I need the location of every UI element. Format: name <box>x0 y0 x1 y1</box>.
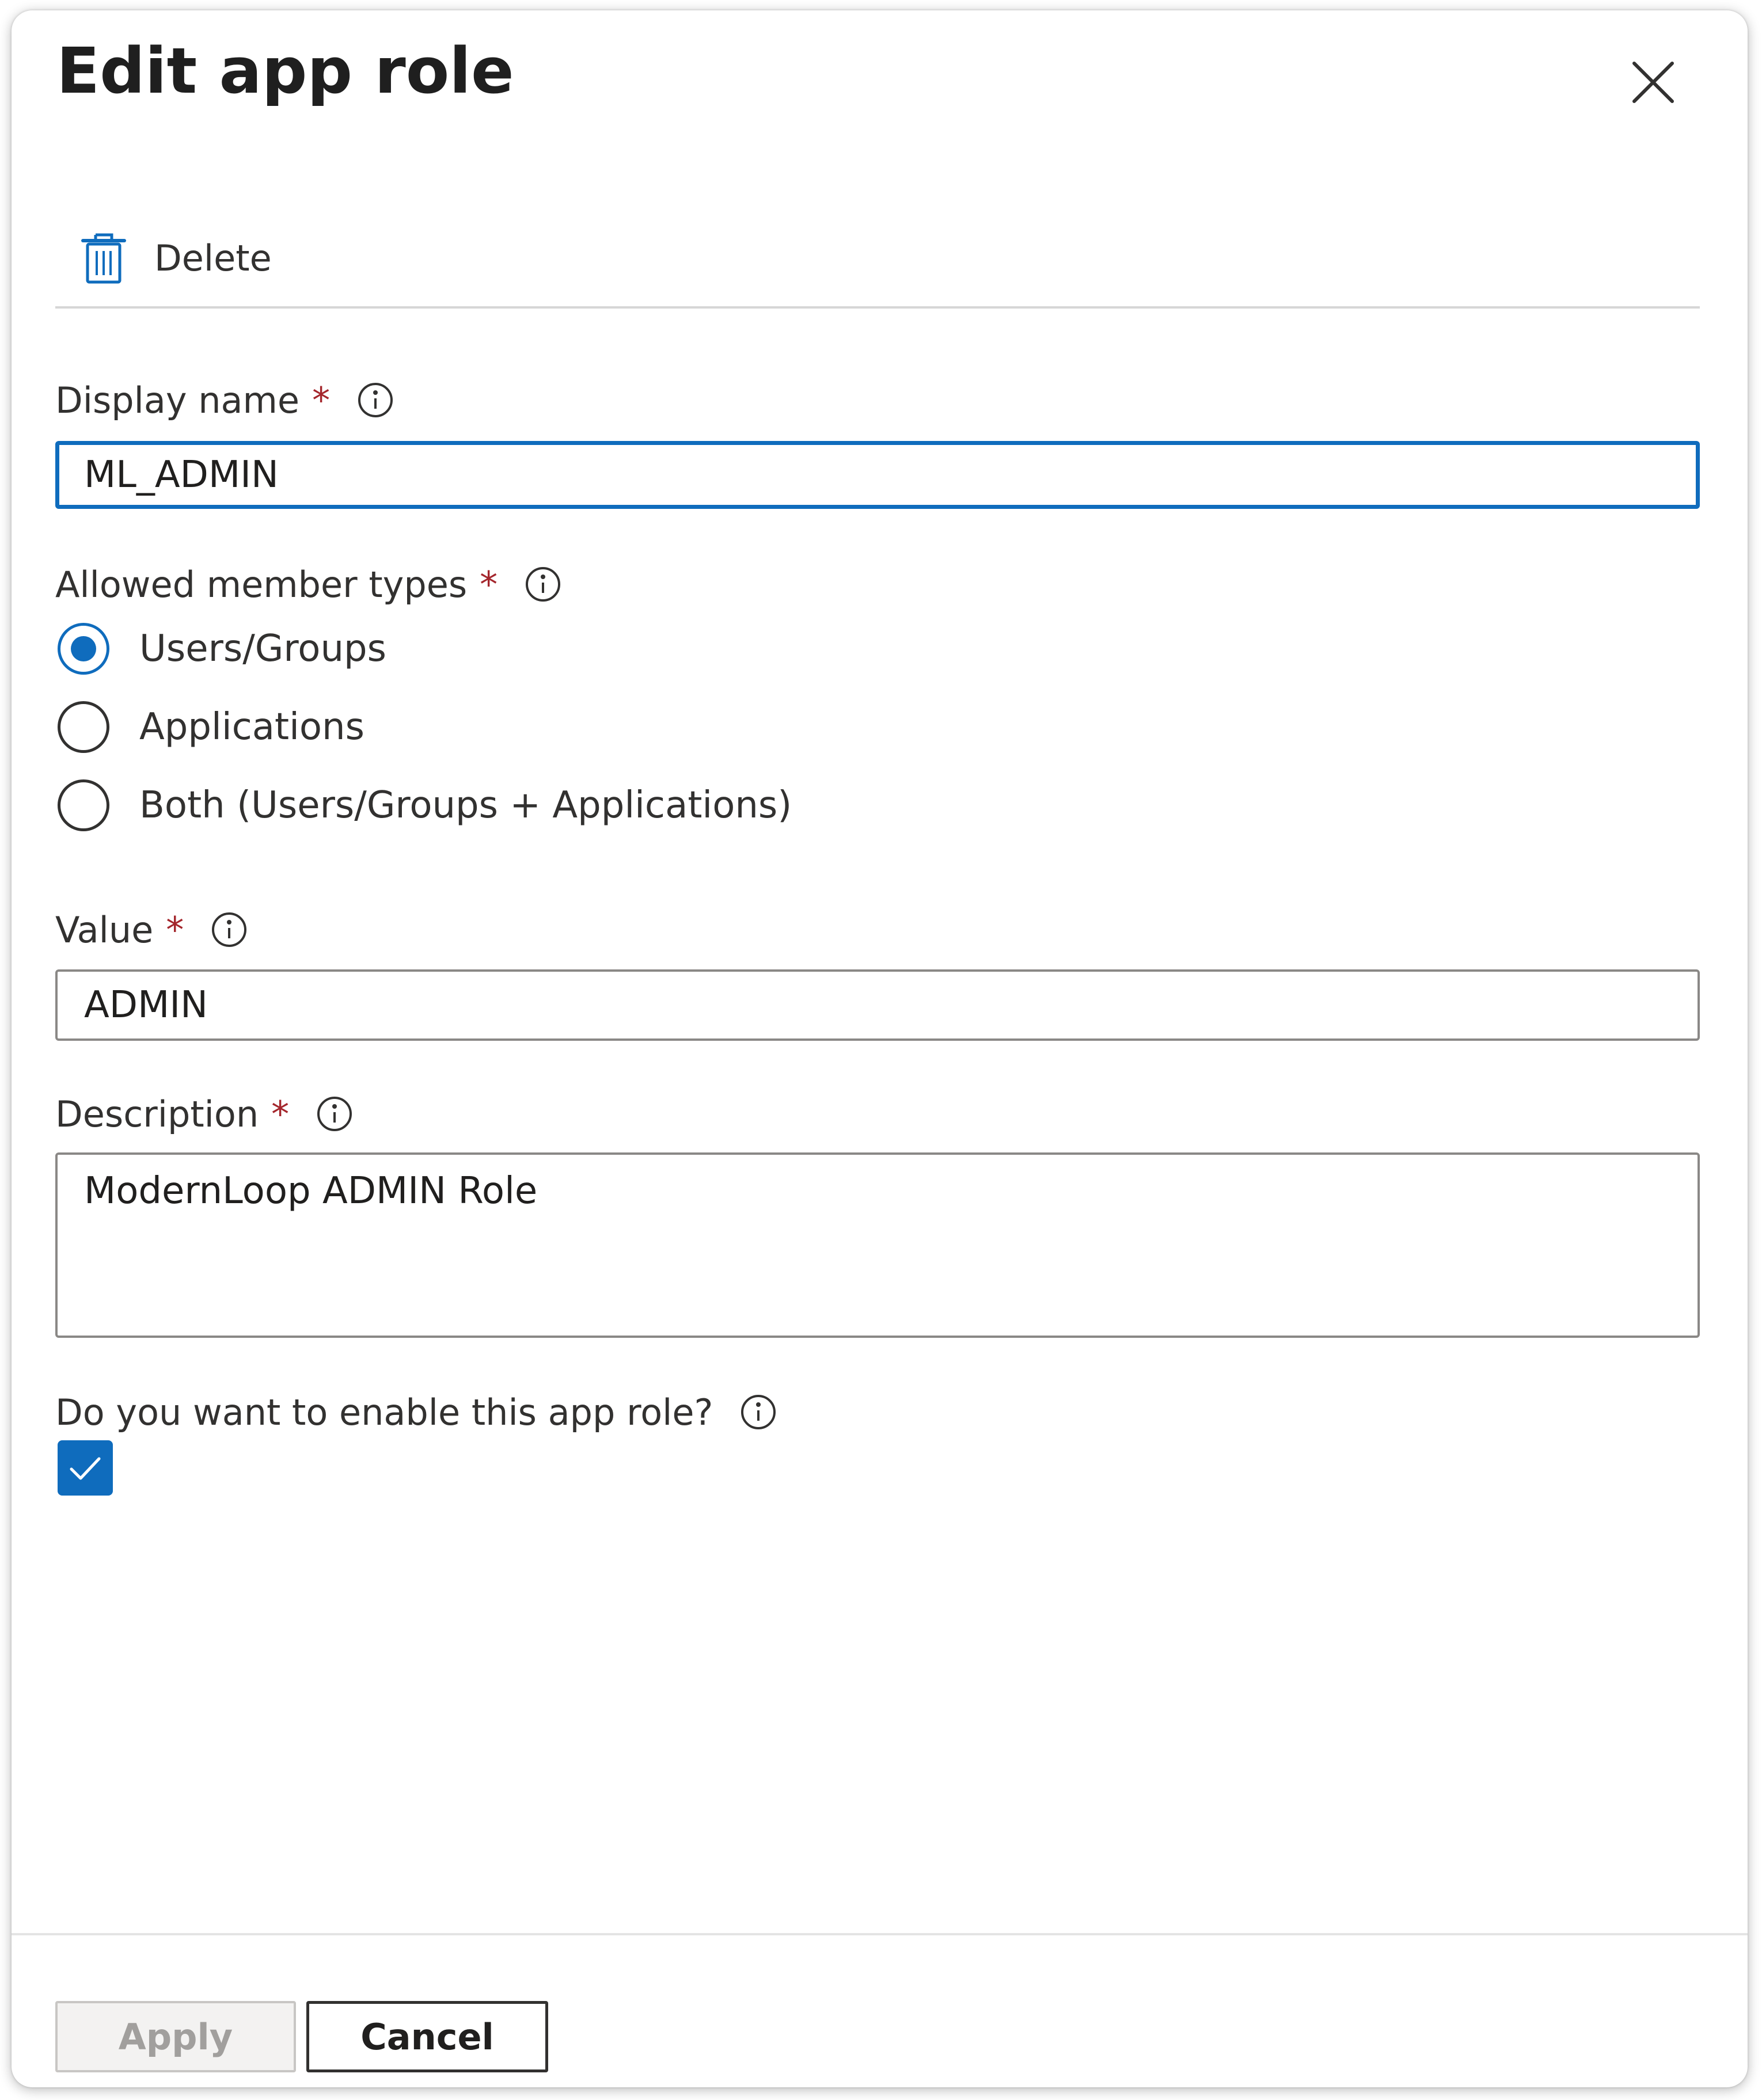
value-label: Value * <box>55 904 248 956</box>
panel-title: Edit app role <box>56 34 514 108</box>
member-types-label: Allowed member types * <box>55 558 562 610</box>
radio-button-selected[interactable] <box>58 623 109 675</box>
toolbar-divider <box>55 306 1700 309</box>
required-mark: * <box>480 563 498 606</box>
radio-both[interactable]: Both (Users/Groups + Applications) <box>58 774 792 837</box>
close-icon <box>1632 62 1674 103</box>
required-mark: * <box>166 908 184 951</box>
info-icon[interactable] <box>524 565 562 603</box>
value-input[interactable] <box>55 969 1700 1041</box>
description-textarea[interactable]: ModernLoop ADMIN Role <box>55 1152 1700 1338</box>
radio-label: Applications <box>139 706 364 748</box>
required-mark: * <box>312 379 331 421</box>
radio-label: Both (Users/Groups + Applications) <box>139 784 792 827</box>
info-icon[interactable] <box>739 1393 777 1431</box>
delete-button[interactable]: Delete <box>81 218 272 298</box>
enable-checkbox[interactable] <box>58 1440 113 1496</box>
enable-label: Do you want to enable this app role? <box>55 1386 777 1438</box>
radio-applications[interactable]: Applications <box>58 695 364 759</box>
member-types-label-text: Allowed member types <box>55 563 468 606</box>
display-name-label: Display name * <box>55 374 394 426</box>
required-mark: * <box>271 1093 290 1135</box>
radio-button[interactable] <box>58 701 109 753</box>
trash-icon <box>81 233 126 284</box>
enable-label-text: Do you want to enable this app role? <box>55 1391 713 1433</box>
edit-app-role-panel: Edit app role Delete Display name * ML_A… <box>12 10 1748 2087</box>
description-label: Description * <box>55 1088 354 1140</box>
footer-divider <box>12 1933 1748 1935</box>
info-icon[interactable] <box>210 911 248 949</box>
delete-label: Delete <box>154 237 272 279</box>
display-name-input[interactable] <box>55 441 1700 509</box>
radio-button[interactable] <box>58 779 109 831</box>
info-icon[interactable] <box>316 1095 354 1133</box>
apply-button[interactable]: Apply <box>55 2001 296 2072</box>
display-name-label-text: Display name <box>55 379 300 421</box>
radio-label: Users/Groups <box>139 627 386 670</box>
description-label-text: Description <box>55 1093 259 1135</box>
radio-users-groups[interactable]: Users/Groups <box>58 617 386 680</box>
cancel-button[interactable]: Cancel <box>306 2001 548 2072</box>
value-label-text: Value <box>55 908 154 951</box>
close-button[interactable] <box>1622 51 1685 114</box>
checkmark-icon <box>70 1457 101 1480</box>
info-icon[interactable] <box>356 381 394 419</box>
